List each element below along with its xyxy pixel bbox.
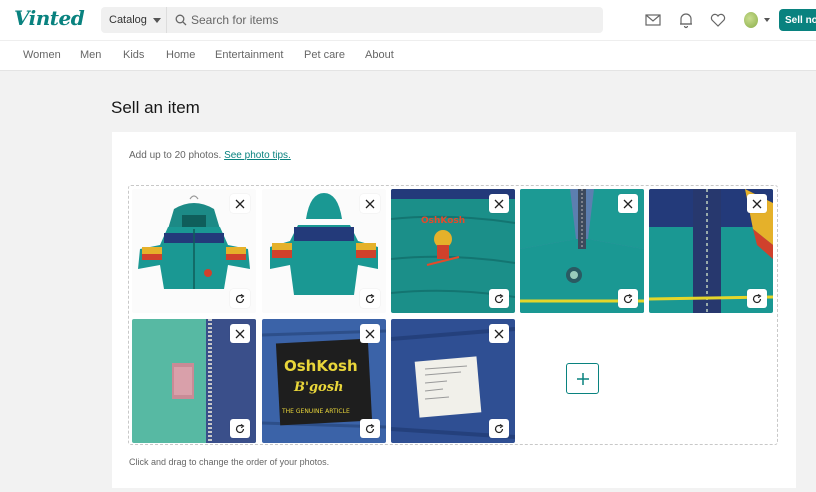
photo-hint: Add up to 20 photos. See photo tips. [129,150,291,161]
remove-photo-button[interactable] [360,194,380,213]
nav-item-home[interactable]: Home [166,49,195,61]
photo-oshkosh-label[interactable]: OshKosh B'gosh THE GENUINE ARTICLE [262,319,386,443]
close-icon [365,199,375,208]
rotate-photo-button[interactable] [489,419,509,438]
rotate-icon [752,293,762,303]
nav-item-entertainment[interactable]: Entertainment [215,49,283,61]
photo-jacket-zipper-detail[interactable] [132,319,256,443]
label-text-genuine: THE GENUINE ARTICLE [281,408,350,415]
plus-icon [576,372,589,385]
close-icon [235,329,245,338]
add-photo-button[interactable] [566,363,599,394]
photo-upload-card: Add up to 20 photos. See photo tips. Osh… [112,132,796,488]
photo-jacket-back[interactable] [262,189,386,313]
svg-text:OshKosh: OshKosh [421,216,465,226]
close-icon [623,199,633,208]
photo-care-label[interactable] [391,319,515,443]
catalog-label: Catalog [109,14,147,26]
search-icon [175,14,187,26]
nav-item-kids[interactable]: Kids [123,49,144,61]
photo-hint-text: Add up to 20 photos. [129,150,222,161]
rotate-photo-button[interactable] [747,289,767,308]
rotate-photo-button[interactable] [360,289,380,308]
rotate-icon [365,293,375,303]
photo-jacket-collar[interactable] [520,189,644,313]
top-header: Vinted Catalog Sell now [0,0,816,40]
close-icon [494,329,504,338]
nav-item-men[interactable]: Men [80,49,101,61]
mail-icon[interactable] [644,11,662,29]
nav-item-women[interactable]: Women [23,49,61,61]
remove-photo-button[interactable] [747,194,767,213]
chevron-down-icon [152,17,161,23]
rotate-photo-button[interactable] [230,289,250,308]
label-text-oshkosh: OshKosh [284,357,358,375]
close-icon [494,199,504,208]
rotate-icon [623,293,633,303]
nav-item-pet-care[interactable]: Pet care [304,49,345,61]
rotate-icon [235,423,245,433]
photo-jacket-front[interactable] [132,189,256,313]
rotate-photo-button[interactable] [489,289,509,308]
remove-photo-button[interactable] [489,324,509,343]
rotate-icon [494,293,504,303]
close-icon [365,329,375,338]
vinted-logo[interactable]: Vinted [14,6,85,30]
rotate-icon [494,423,504,433]
rotate-photo-button[interactable] [618,289,638,308]
label-text-bgosh: B'gosh [293,380,344,395]
close-icon [752,199,762,208]
search-input[interactable] [191,7,591,33]
remove-photo-button[interactable] [360,324,380,343]
photo-tips-link[interactable]: See photo tips. [224,150,291,161]
page-title: Sell an item [111,98,200,117]
catalog-dropdown[interactable]: Catalog [101,7,167,33]
search-bar: Catalog [101,7,603,33]
photo-jacket-zipper[interactable] [649,189,773,313]
heart-icon[interactable] [709,11,727,29]
remove-photo-button[interactable] [230,194,250,213]
remove-photo-button[interactable] [230,324,250,343]
reorder-hint: Click and drag to change the order of yo… [129,457,330,467]
close-icon [235,199,245,208]
bell-icon[interactable] [677,11,695,29]
category-nav: Women Men Kids Home Entertainment Pet ca… [0,40,816,71]
rotate-icon [365,423,375,433]
photo-jacket-patch[interactable]: OshKosh [391,189,515,313]
rotate-photo-button[interactable] [230,419,250,438]
sell-now-button[interactable]: Sell now [779,9,816,31]
chevron-down-icon[interactable] [764,18,770,22]
photo-dropzone[interactable]: OshKosh OshKosh B'gosh THE GENUINE ARTIC… [128,185,778,445]
user-avatar[interactable] [744,12,758,28]
rotate-icon [235,293,245,303]
remove-photo-button[interactable] [618,194,638,213]
remove-photo-button[interactable] [489,194,509,213]
rotate-photo-button[interactable] [360,419,380,438]
nav-item-about[interactable]: About [365,49,394,61]
